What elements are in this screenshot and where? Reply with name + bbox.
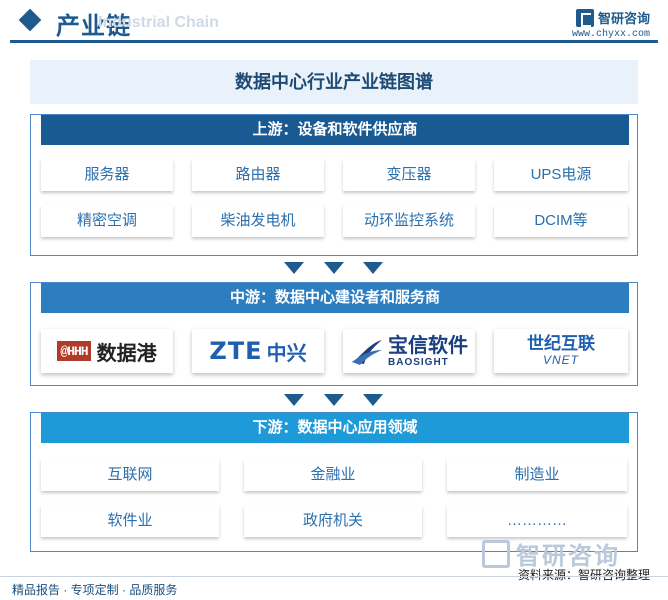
upstream-section: 上游：设备和软件供应商 服务器 路由器 变压器 UPS电源 精密空调 柴油发电机… [30, 114, 638, 256]
baosight-en: BAOSIGHT [388, 356, 449, 368]
upstream-item: 服务器 [41, 159, 173, 191]
baosight-cn: 宝信软件 [388, 334, 468, 357]
header: 产业链 Industrial Chain 智研咨询 www.chyxx.com [0, 0, 668, 44]
down-arrow-icon [363, 394, 383, 406]
down-arrow-icon [284, 262, 304, 274]
upstream-item: 变压器 [343, 159, 475, 191]
diamond-icon [18, 8, 42, 32]
down-arrow-icon [284, 394, 304, 406]
upstream-item: DCIM等 [494, 205, 628, 237]
diagram-title: 数据中心行业产业链图谱 [30, 60, 638, 104]
downstream-item: 金融业 [244, 459, 422, 491]
zte-en: ZTE [209, 337, 263, 365]
downstream-item: ………… [447, 505, 627, 537]
upstream-item: UPS电源 [494, 159, 628, 191]
upstream-item: 动环监控系统 [343, 205, 475, 237]
footer-divider [0, 576, 668, 577]
footer-slogan: 精品报告 · 专项定制 · 品质服务 [12, 583, 178, 597]
shujugang-mark-icon: @HHH [57, 341, 91, 361]
logo-baosight: 宝信软件 BAOSIGHT [343, 329, 475, 373]
vnet-cn: 世纪互联 [527, 334, 595, 353]
vnet-en: VNET [542, 353, 579, 367]
midstream-section: 中游：数据中心建设者和服务商 @HHH 数据港 ZTE 中兴 宝信软件 BAOS… [30, 282, 638, 386]
source-note: 资料来源：智研咨询整理 [517, 568, 650, 582]
header-divider [10, 40, 658, 43]
downstream-item: 政府机关 [244, 505, 422, 537]
brand-logo-icon [575, 8, 594, 27]
upstream-item: 路由器 [192, 159, 324, 191]
upstream-title: 上游：设备和软件供应商 [41, 115, 629, 145]
midstream-title: 中游：数据中心建设者和服务商 [41, 283, 629, 313]
shujugang-name: 数据港 [96, 342, 157, 365]
down-arrow-icon [363, 262, 383, 274]
watermark-logo-icon [482, 539, 510, 568]
logo-zte: ZTE 中兴 [192, 329, 324, 373]
brand-name: 智研咨询 [597, 11, 650, 26]
downstream-item: 互联网 [41, 459, 219, 491]
downstream-item: 软件业 [41, 505, 219, 537]
zte-cn: 中兴 [266, 342, 307, 365]
down-arrow-icon [324, 262, 344, 274]
logo-shujugang: @HHH 数据港 [41, 329, 173, 373]
upstream-item: 柴油发电机 [192, 205, 324, 237]
upstream-item: 精密空调 [41, 205, 173, 237]
down-arrow-icon [324, 394, 344, 406]
brand-url: www.chyxx.com [571, 29, 650, 40]
downstream-title: 下游：数据中心应用领域 [41, 413, 629, 443]
baosight-mark-icon [352, 340, 382, 365]
brand: 智研咨询 www.chyxx.com [572, 8, 650, 40]
downstream-item: 制造业 [447, 459, 627, 491]
header-watermark: Industrial Chain [98, 14, 219, 31]
downstream-section: 下游：数据中心应用领域 互联网 金融业 制造业 软件业 政府机关 ………… [30, 412, 638, 552]
logo-vnet: 世纪互联 VNET [494, 329, 628, 373]
